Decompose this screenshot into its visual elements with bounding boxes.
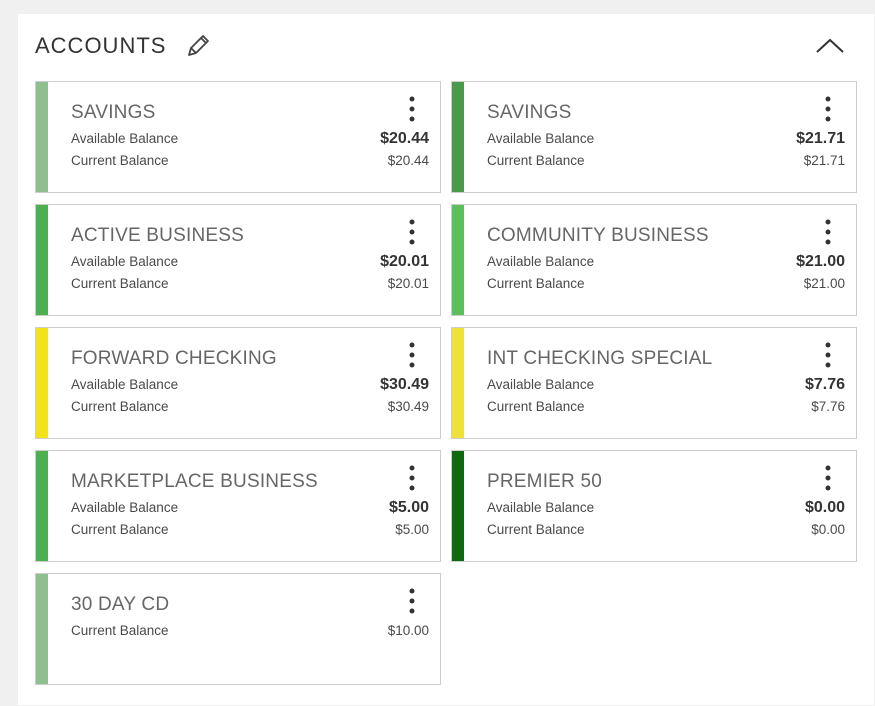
current-balance-label: Current Balance bbox=[487, 399, 585, 414]
account-card-30-day-cd[interactable]: 30 DAY CD Current Balance $10.00 bbox=[35, 573, 441, 685]
current-balance-label: Current Balance bbox=[71, 623, 169, 638]
current-balance-label: Current Balance bbox=[71, 522, 169, 537]
available-balance-label: Available Balance bbox=[71, 131, 179, 146]
more-vertical-icon[interactable] bbox=[820, 95, 836, 123]
more-vertical-icon[interactable] bbox=[404, 464, 420, 492]
more-vertical-icon[interactable] bbox=[820, 218, 836, 246]
available-balance-value: $20.44 bbox=[380, 130, 429, 147]
current-balance-label: Current Balance bbox=[71, 153, 169, 168]
account-name: MARKETPLACE BUSINESS bbox=[71, 471, 318, 492]
current-balance-value: $21.00 bbox=[803, 276, 845, 291]
more-vertical-icon[interactable] bbox=[820, 341, 836, 369]
available-balance-value: $21.00 bbox=[796, 253, 845, 270]
account-card-community-business[interactable]: COMMUNITY BUSINESS Available Balance $21… bbox=[451, 204, 857, 316]
account-card-premier-50[interactable]: PREMIER 50 Available Balance $0.00 Curre… bbox=[451, 450, 857, 562]
available-balance-value: $20.01 bbox=[380, 253, 429, 270]
account-card-active-business[interactable]: ACTIVE BUSINESS Available Balance $20.01… bbox=[35, 204, 441, 316]
available-balance-value: $7.76 bbox=[804, 376, 845, 393]
available-balance-label: Available Balance bbox=[487, 500, 595, 515]
account-name: ACTIVE BUSINESS bbox=[71, 225, 244, 246]
account-card-marketplace-business[interactable]: MARKETPLACE BUSINESS Available Balance $… bbox=[35, 450, 441, 562]
current-balance-value: $30.49 bbox=[387, 399, 429, 414]
current-balance-label: Current Balance bbox=[71, 276, 169, 291]
current-balance-label: Current Balance bbox=[71, 399, 169, 414]
panel-header: ACCOUNTS bbox=[18, 14, 874, 76]
current-balance-label: Current Balance bbox=[487, 522, 585, 537]
current-balance-value: $0.00 bbox=[811, 522, 845, 537]
current-balance-value: $10.00 bbox=[387, 623, 429, 638]
account-color-bar bbox=[452, 82, 464, 192]
current-balance-label: Current Balance bbox=[487, 276, 585, 291]
account-card-savings[interactable]: SAVINGS Available Balance $21.71 Current… bbox=[451, 81, 857, 193]
current-balance-label: Current Balance bbox=[487, 153, 585, 168]
account-color-bar bbox=[452, 451, 464, 561]
current-balance-value: $20.44 bbox=[387, 153, 429, 168]
more-vertical-icon[interactable] bbox=[404, 587, 420, 615]
available-balance-label: Available Balance bbox=[487, 131, 595, 146]
account-color-bar bbox=[452, 205, 464, 315]
available-balance-value: $0.00 bbox=[804, 499, 845, 516]
account-color-bar bbox=[36, 451, 48, 561]
available-balance-value: $30.49 bbox=[380, 376, 429, 393]
available-balance-label: Available Balance bbox=[487, 377, 595, 392]
account-color-bar bbox=[36, 328, 48, 438]
current-balance-value: $5.00 bbox=[395, 522, 429, 537]
available-balance-value: $21.71 bbox=[796, 130, 845, 147]
more-vertical-icon[interactable] bbox=[404, 341, 420, 369]
account-card-forward-checking[interactable]: FORWARD CHECKING Available Balance $30.4… bbox=[35, 327, 441, 439]
account-name: PREMIER 50 bbox=[487, 471, 602, 492]
account-name: FORWARD CHECKING bbox=[71, 348, 277, 369]
account-name: COMMUNITY BUSINESS bbox=[487, 225, 709, 246]
account-name: INT CHECKING SPECIAL bbox=[487, 348, 713, 369]
accounts-panel: ACCOUNTS SAVINGS Available Balance $20.4… bbox=[18, 14, 874, 705]
account-name: SAVINGS bbox=[487, 102, 572, 123]
panel-title: ACCOUNTS bbox=[35, 33, 167, 58]
chevron-up-icon[interactable] bbox=[814, 36, 846, 56]
account-color-bar bbox=[452, 328, 464, 438]
account-card-savings[interactable]: SAVINGS Available Balance $20.44 Current… bbox=[35, 81, 441, 193]
pencil-icon[interactable] bbox=[184, 32, 212, 60]
available-balance-label: Available Balance bbox=[487, 254, 595, 269]
current-balance-value: $21.71 bbox=[803, 153, 845, 168]
more-vertical-icon[interactable] bbox=[820, 464, 836, 492]
available-balance-label: Available Balance bbox=[71, 500, 179, 515]
current-balance-value: $7.76 bbox=[811, 399, 845, 414]
account-color-bar bbox=[36, 205, 48, 315]
more-vertical-icon[interactable] bbox=[404, 218, 420, 246]
available-balance-label: Available Balance bbox=[71, 377, 179, 392]
account-card-int-checking-special[interactable]: INT CHECKING SPECIAL Available Balance $… bbox=[451, 327, 857, 439]
current-balance-value: $20.01 bbox=[387, 276, 429, 291]
more-vertical-icon[interactable] bbox=[404, 95, 420, 123]
account-color-bar bbox=[36, 82, 48, 192]
account-name: SAVINGS bbox=[71, 102, 156, 123]
available-balance-label: Available Balance bbox=[71, 254, 179, 269]
account-color-bar bbox=[36, 574, 48, 684]
available-balance-value: $5.00 bbox=[388, 499, 429, 516]
account-name: 30 DAY CD bbox=[71, 594, 170, 615]
